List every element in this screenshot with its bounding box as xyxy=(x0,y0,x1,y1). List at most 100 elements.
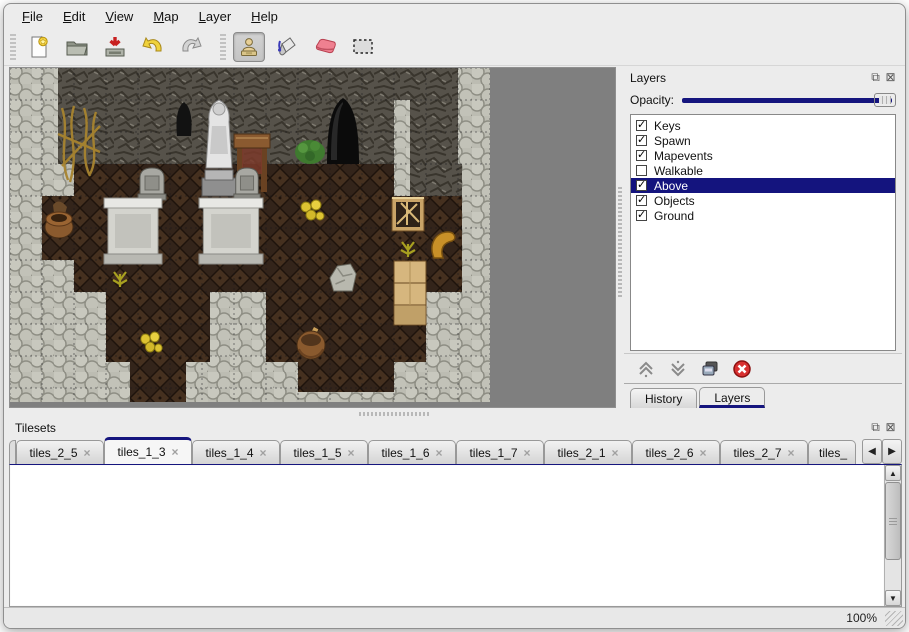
opacity-label: Opacity: xyxy=(630,93,674,107)
duplicate-layer-button[interactable] xyxy=(700,360,720,378)
move-layer-down-button[interactable] xyxy=(668,360,688,378)
menu-layer[interactable]: Layer xyxy=(189,6,242,27)
menu-view[interactable]: View xyxy=(95,6,143,27)
close-tab-icon[interactable]: × xyxy=(260,446,267,460)
close-panel-icon[interactable]: ⊠ xyxy=(883,421,898,434)
save-icon xyxy=(103,35,127,59)
opacity-slider-handle[interactable] xyxy=(874,93,896,107)
new-map-button[interactable] xyxy=(23,32,55,62)
resize-grip[interactable] xyxy=(885,611,903,626)
layer-row-walkable[interactable]: Walkable xyxy=(631,163,895,178)
eraser-tool-button[interactable] xyxy=(309,32,341,62)
layers-panel: Layers ⧉ ⊠ Opacity: ✓ Keys ✓ Spawn ✓ Map… xyxy=(624,67,902,408)
layers-panel-titlebar: Layers ⧉ ⊠ xyxy=(624,67,902,88)
stamp-tool-button[interactable] xyxy=(233,32,265,62)
scroll-up-button[interactable]: ▲ xyxy=(885,465,901,481)
layer-checkbox[interactable]: ✓ xyxy=(636,150,647,161)
scroll-tabs-left-button[interactable]: ◀ xyxy=(862,439,882,464)
layer-checkbox[interactable] xyxy=(636,165,647,176)
selection-rect-icon xyxy=(350,36,376,58)
tileset-tab[interactable]: tiles_2_1× xyxy=(544,440,632,464)
close-tab-icon[interactable]: × xyxy=(348,446,355,460)
redo-button[interactable] xyxy=(175,32,207,62)
toolbar-handle[interactable] xyxy=(10,34,16,60)
layer-row-objects[interactable]: ✓ Objects xyxy=(631,193,895,208)
opacity-row: Opacity: xyxy=(624,88,902,112)
tileset-vertical-scrollbar[interactable]: ▲ ▼ xyxy=(884,465,901,606)
tileset-tab[interactable]: tiles_1_4× xyxy=(192,440,280,464)
scroll-tabs-right-button[interactable]: ▶ xyxy=(882,439,902,464)
layer-label: Ground xyxy=(654,209,694,223)
close-tab-icon[interactable]: × xyxy=(524,446,531,460)
map-canvas-viewport[interactable] xyxy=(9,67,616,408)
scrollbar-thumb[interactable] xyxy=(885,482,901,560)
close-panel-icon[interactable]: ⊠ xyxy=(883,71,898,84)
layers-panel-title: Layers xyxy=(630,71,868,85)
splitter-grip xyxy=(359,412,429,416)
close-tab-icon[interactable]: × xyxy=(84,446,91,460)
layer-row-spawn[interactable]: ✓ Spawn xyxy=(631,133,895,148)
layer-checkbox[interactable]: ✓ xyxy=(636,195,647,206)
toolbar-handle-2[interactable] xyxy=(220,34,226,60)
scroll-down-button[interactable]: ▼ xyxy=(885,590,901,606)
layer-checkbox[interactable]: ✓ xyxy=(636,135,647,146)
opacity-slider-track xyxy=(682,98,892,103)
open-map-button[interactable] xyxy=(61,32,93,62)
layer-row-ground[interactable]: ✓ Ground xyxy=(631,208,895,223)
altar-object xyxy=(199,198,263,264)
status-bar: 100% xyxy=(4,607,905,628)
tileset-tab-partial-right[interactable]: tiles_ xyxy=(808,440,856,464)
tileset-tab[interactable]: tiles_2_6× xyxy=(632,440,720,464)
splitter-grip xyxy=(618,187,622,297)
close-tab-icon[interactable]: × xyxy=(788,446,795,460)
close-tab-icon[interactable]: × xyxy=(436,446,443,460)
menu-edit[interactable]: Edit xyxy=(53,6,95,27)
tileset-tab[interactable]: tiles_1_5× xyxy=(280,440,368,464)
close-tab-icon[interactable]: × xyxy=(612,446,619,460)
tilesets-panel-title: Tilesets xyxy=(15,421,868,435)
layer-list: ✓ Keys ✓ Spawn ✓ Mapevents Walkable ✓ Ab… xyxy=(630,114,896,351)
vertical-splitter[interactable] xyxy=(616,67,624,408)
fill-tool-button[interactable] xyxy=(271,32,303,62)
menu-help[interactable]: Help xyxy=(241,6,288,27)
select-tool-button[interactable] xyxy=(347,32,379,62)
tileset-tab-active[interactable]: tiles_1_3× xyxy=(104,437,192,464)
delete-layer-button[interactable] xyxy=(732,359,752,379)
layer-row-keys[interactable]: ✓ Keys xyxy=(631,118,895,133)
tileset-tile-area[interactable] xyxy=(11,466,883,605)
redo-icon xyxy=(178,35,204,59)
tab-layers[interactable]: Layers xyxy=(699,387,765,408)
tileset-tab[interactable]: tiles_1_7× xyxy=(456,440,544,464)
tombstone-object xyxy=(234,168,260,200)
layer-checkbox[interactable]: ✓ xyxy=(636,180,647,191)
float-panel-icon[interactable]: ⧉ xyxy=(868,421,883,434)
close-tab-icon[interactable]: × xyxy=(700,446,707,460)
tileset-tab[interactable]: tiles_2_5× xyxy=(16,440,104,464)
save-map-button[interactable] xyxy=(99,32,131,62)
tileset-tab[interactable]: tiles_2_7× xyxy=(720,440,808,464)
layer-label: Keys xyxy=(654,119,681,133)
layer-buttons-row xyxy=(624,353,902,383)
float-panel-icon[interactable]: ⧉ xyxy=(868,71,883,84)
undo-button[interactable] xyxy=(137,32,169,62)
layer-checkbox[interactable]: ✓ xyxy=(636,210,647,221)
layer-row-above[interactable]: ✓ Above xyxy=(631,178,895,193)
layer-checkbox[interactable]: ✓ xyxy=(636,120,647,131)
tab-history[interactable]: History xyxy=(630,388,697,408)
close-tab-icon[interactable]: × xyxy=(172,445,179,459)
map-canvas[interactable] xyxy=(10,68,490,402)
horizontal-splitter[interactable] xyxy=(4,409,905,418)
bush-object xyxy=(295,140,325,164)
tilesets-panel: Tilesets ⧉ ⊠ tiles_2_5× tiles_1_3× tiles… xyxy=(9,418,902,607)
menu-file[interactable]: File xyxy=(12,6,53,27)
layer-row-mapevents[interactable]: ✓ Mapevents xyxy=(631,148,895,163)
tileset-tab-partial-left[interactable] xyxy=(9,440,16,464)
move-layer-up-button[interactable] xyxy=(636,360,656,378)
menu-map[interactable]: Map xyxy=(143,6,188,27)
zoom-level: 100% xyxy=(846,611,877,625)
thumb-grip xyxy=(889,517,897,525)
crate-object xyxy=(392,198,424,231)
stamp-tool-icon xyxy=(238,36,260,58)
opacity-slider[interactable] xyxy=(682,92,896,108)
tileset-tab[interactable]: tiles_1_6× xyxy=(368,440,456,464)
